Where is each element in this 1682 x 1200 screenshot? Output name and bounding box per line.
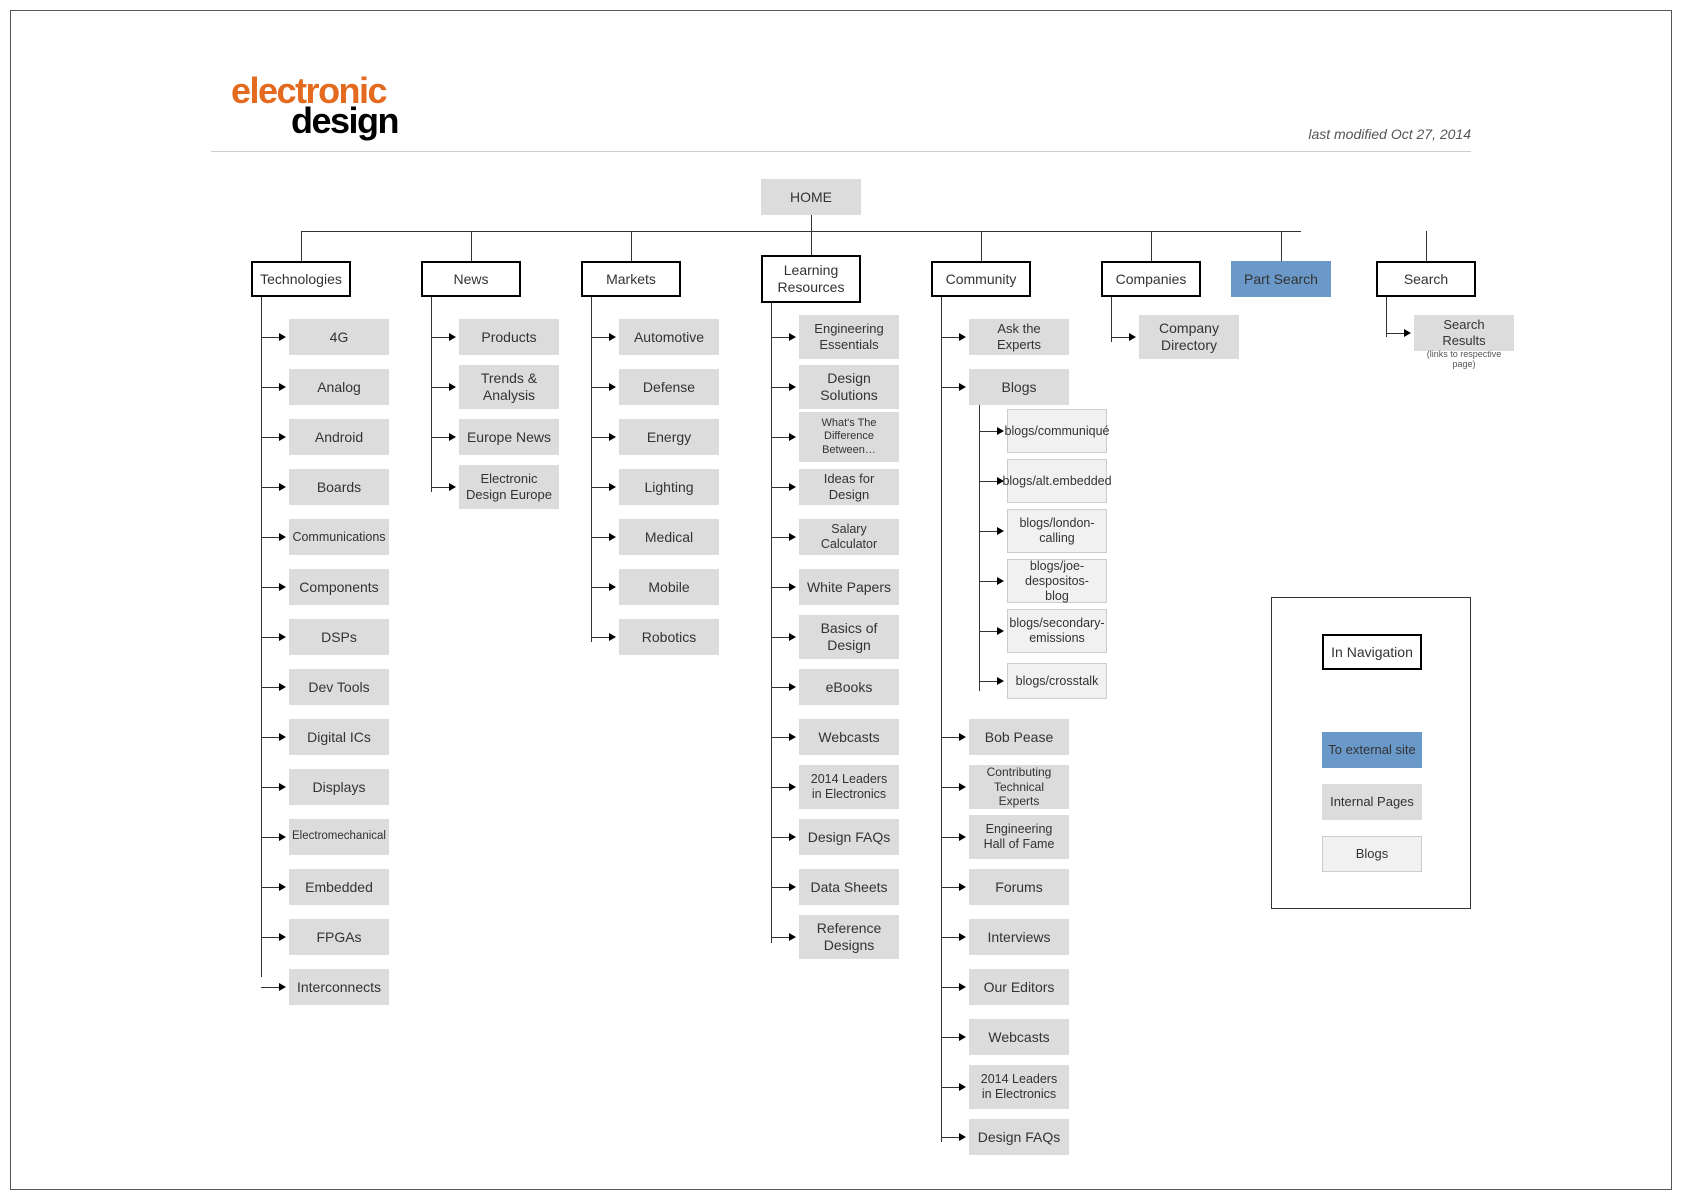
node-comm-editors: Our Editors [969,969,1069,1005]
node-blog-altembedded: blogs/alt.embedded [1007,459,1107,503]
node-tech-devtools: Dev Tools [289,669,389,705]
node-tech-interconnects: Interconnects [289,969,389,1005]
node-comm-webcasts: Webcasts [969,1019,1069,1055]
node-tech-fpgas: FPGAs [289,919,389,955]
node-mkt-mobile: Mobile [619,569,719,605]
node-comm-faqs: Design FAQs [969,1119,1069,1155]
node-blog-joe: blogs/joe-despositos-blog [1007,559,1107,603]
legend: In Navigation To external site Internal … [1271,597,1471,909]
node-home: HOME [761,179,861,215]
brand-logo: electronic design [231,73,398,139]
node-comm-ask: Ask the Experts [969,319,1069,355]
node-mkt-energy: Energy [619,419,719,455]
node-mkt-defense: Defense [619,369,719,405]
node-lr-faqs: Design FAQs [799,819,899,855]
node-lr-webcasts: Webcasts [799,719,899,755]
node-mkt-medical: Medical [619,519,719,555]
node-lr-ideas: Ideas for Design [799,469,899,505]
logo-line-2: design [291,103,398,139]
sitemap-diagram: electronic design last modified Oct 27, … [10,10,1672,1190]
node-tech-android: Android [289,419,389,455]
node-comm-hall-of-fame: Engineering Hall of Fame [969,815,1069,859]
node-tech-electromechanical: Electromechanical [289,819,389,855]
legend-nav: In Navigation [1322,634,1422,670]
node-comp-directory: Company Directory [1139,315,1239,359]
node-search-results: Search Results [1414,315,1514,351]
node-tech-displays: Displays [289,769,389,805]
node-lr-design-solutions: Design Solutions [799,365,899,409]
node-lr-whats-diff: What's The Difference Between… [799,412,899,462]
cat-community: Community [931,261,1031,297]
node-news-europe: Europe News [459,419,559,455]
node-comm-leaders: 2014 Leaders in Electronics [969,1065,1069,1109]
node-comm-interviews: Interviews [969,919,1069,955]
node-comm-forums: Forums [969,869,1069,905]
node-news-products: Products [459,319,559,355]
node-lr-whitepapers: White Papers [799,569,899,605]
node-mkt-auto: Automotive [619,319,719,355]
node-tech-analog: Analog [289,369,389,405]
node-comm-blogs: Blogs [969,369,1069,405]
node-tech-digital-ics: Digital ICs [289,719,389,755]
cat-learning: Learning Resources [761,255,861,303]
node-comm-bob-pease: Bob Pease [969,719,1069,755]
node-tech-boards: Boards [289,469,389,505]
legend-internal: Internal Pages [1322,784,1422,820]
node-lr-eng-ess: Engineering Essentials [799,315,899,359]
node-lr-ref-designs: Reference Designs [799,915,899,959]
cat-companies: Companies [1101,261,1201,297]
node-news-trends: Trends & Analysis [459,365,559,409]
node-tech-dsps: DSPs [289,619,389,655]
header-rule [211,151,1471,152]
node-mkt-robotics: Robotics [619,619,719,655]
node-tech-components: Components [289,569,389,605]
cat-markets: Markets [581,261,681,297]
node-blog-crosstalk: blogs/crosstalk [1007,663,1107,699]
node-mkt-lighting: Lighting [619,469,719,505]
cat-partsearch: Part Search [1231,261,1331,297]
node-comm-experts: Contributing Technical Experts [969,765,1069,809]
last-modified: last modified Oct 27, 2014 [1308,126,1471,142]
node-lr-basics: Basics of Design [799,615,899,659]
node-news-ed-europe: Electronic Design Europe [459,465,559,509]
node-blog-london: blogs/london-calling [1007,509,1107,553]
node-tech-4g: 4G [289,319,389,355]
node-blog-secondary: blogs/secondary-emissions [1007,609,1107,653]
legend-blogs: Blogs [1322,836,1422,872]
node-blog-communique: blogs/communiqué [1007,409,1107,453]
node-search-results-note: (links to respective page) [1414,349,1514,369]
cat-search: Search [1376,261,1476,297]
node-tech-communications: Communications [289,519,389,555]
cat-technologies: Technologies [251,261,351,297]
node-tech-embedded: Embedded [289,869,389,905]
node-lr-datasheets: Data Sheets [799,869,899,905]
cat-news: News [421,261,521,297]
node-lr-ebooks: eBooks [799,669,899,705]
legend-external: To external site [1322,732,1422,768]
node-lr-salary: Salary Calculator [799,519,899,555]
node-lr-leaders: 2014 Leaders in Electronics [799,765,899,809]
